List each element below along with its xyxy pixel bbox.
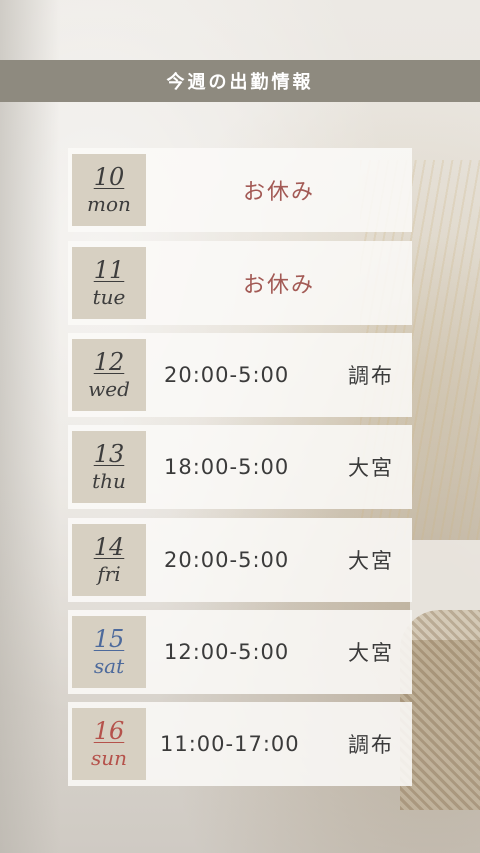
day-number: 13 (93, 440, 125, 468)
schedule-card-fri: 14 fri 20:00-5:00 大宮 (68, 518, 412, 602)
schedule-card-sun: 16 sun 11:00-17:00 調布 (68, 702, 412, 786)
shift-time: 11:00-17:00 (160, 732, 300, 756)
shift-location: 調布 (348, 364, 394, 388)
schedule-card-wed: 12 wed 20:00-5:00 調布 (68, 333, 412, 417)
day-number: 10 (93, 163, 125, 191)
day-of-week: tue (92, 285, 126, 309)
day-badge: 15 sat (72, 616, 146, 688)
shift-location: 大宮 (348, 641, 394, 665)
day-of-week: fri (97, 562, 121, 586)
day-of-week: sun (90, 746, 128, 770)
shift-location: 大宮 (348, 549, 394, 573)
day-badge: 14 fri (72, 524, 146, 596)
schedule-card-mon: 10 mon お休み (68, 148, 412, 232)
day-of-week: sat (93, 654, 125, 678)
shift-time: 20:00-5:00 (164, 363, 290, 387)
schedule-card-thu: 13 thu 18:00-5:00 大宮 (68, 425, 412, 509)
day-number: 15 (93, 625, 125, 653)
day-badge: 11 tue (72, 247, 146, 319)
plaster-wall (0, 0, 60, 853)
header-bar: 今週の出勤情報 (0, 60, 480, 102)
day-badge: 12 wed (72, 339, 146, 411)
shift-time: 20:00-5:00 (164, 548, 290, 572)
day-number: 16 (93, 717, 125, 745)
day-off-label: お休み (242, 273, 315, 298)
day-badge: 10 mon (72, 154, 146, 226)
day-badge: 13 thu (72, 431, 146, 503)
shift-location: 大宮 (348, 456, 394, 480)
day-of-week: wed (88, 377, 130, 401)
wicker-basket (400, 610, 480, 810)
day-number: 11 (93, 256, 125, 284)
schedule-card-tue: 11 tue お休み (68, 241, 412, 325)
day-off-label: お休み (242, 180, 315, 205)
page-title: 今週の出勤情報 (166, 72, 314, 93)
shift-time: 18:00-5:00 (164, 455, 290, 479)
day-of-week: mon (87, 192, 131, 216)
shift-location: 調布 (348, 733, 394, 757)
day-of-week: thu (92, 469, 126, 493)
shift-time: 12:00-5:00 (164, 640, 290, 664)
schedule-card-sat: 15 sat 12:00-5:00 大宮 (68, 610, 412, 694)
day-number: 12 (93, 348, 125, 376)
day-badge: 16 sun (72, 708, 146, 780)
day-number: 14 (93, 533, 125, 561)
